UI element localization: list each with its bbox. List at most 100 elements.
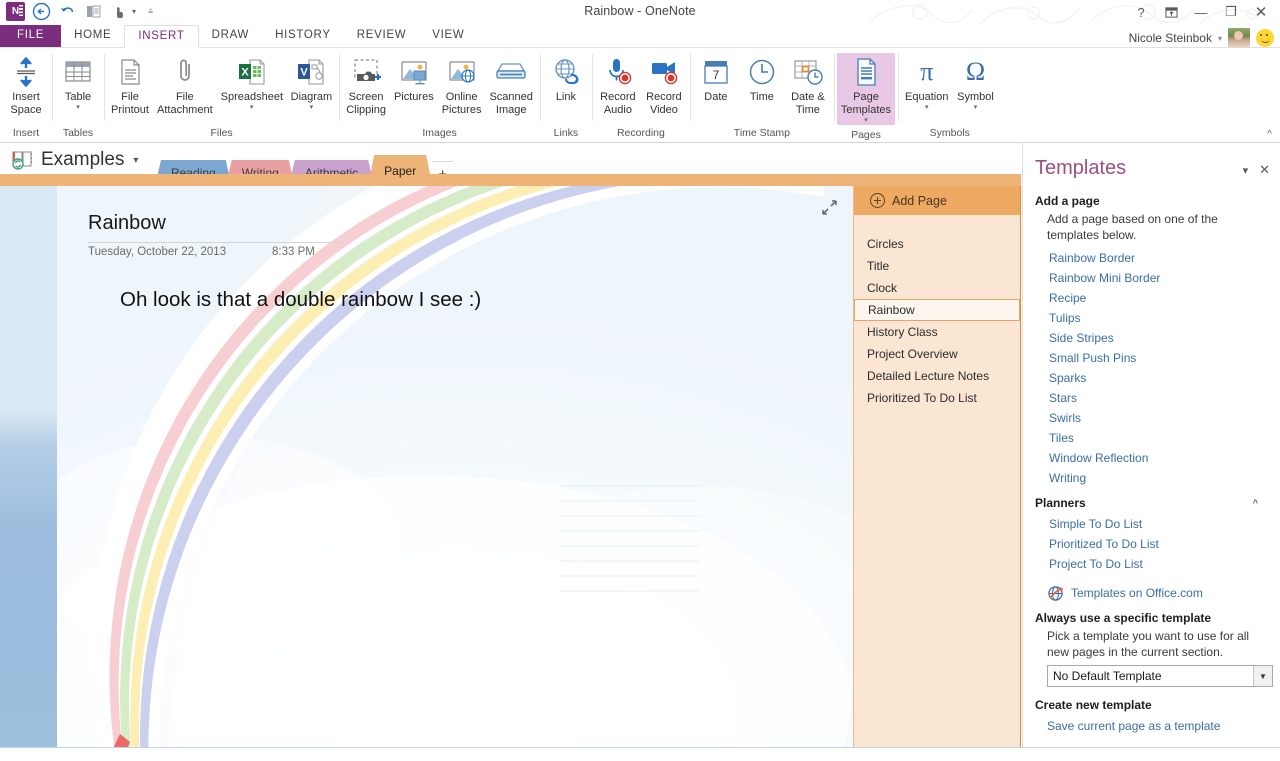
templates-on-office-row[interactable]: Templates on Office.com (1035, 583, 1270, 603)
page-date[interactable]: Tuesday, October 22, 2013 (88, 246, 226, 258)
clock-icon (746, 55, 778, 89)
ribbon-group-links: LinkLinks (540, 48, 592, 143)
restore-button[interactable]: ❐ (1216, 1, 1246, 23)
ribbon-groups: Insert SpaceInsertTable▾TablesFile Print… (0, 48, 1280, 143)
chevron-down-icon[interactable]: ▼ (1253, 666, 1272, 686)
template-link[interactable]: Rainbow Mini Border (1035, 268, 1270, 288)
template-link[interactable]: Rainbow Border (1035, 248, 1270, 268)
avatar[interactable] (1228, 28, 1250, 48)
ribbon-button-page-templates[interactable]: Page Templates▾ (837, 53, 895, 125)
add-page-button[interactable]: Add Page (854, 186, 1020, 215)
ribbon-tab-home[interactable]: HOME (61, 25, 124, 47)
ribbon-button-label: Spreadsheet (221, 91, 283, 104)
template-link[interactable]: Swirls (1035, 408, 1270, 428)
page-list-item[interactable]: Circles (854, 233, 1020, 255)
close-icon[interactable]: ✕ (1259, 162, 1270, 178)
ribbon-button-file-attachment[interactable]: File Attachment (153, 53, 217, 117)
page-time[interactable]: 8:33 PM (272, 246, 315, 258)
template-link[interactable]: Tiles (1035, 428, 1270, 448)
planner-link[interactable]: Simple To Do List (1035, 514, 1270, 534)
chevron-down-icon[interactable]: ▾ (76, 104, 80, 112)
templates-on-office-link[interactable]: Templates on Office.com (1071, 583, 1203, 603)
page-title[interactable]: Rainbow (88, 212, 166, 235)
window-controls[interactable]: ? — ❐ ✕ (1126, 1, 1276, 23)
notebook-name[interactable]: Examples (41, 149, 124, 171)
ribbon-tab-insert[interactable]: INSERT (124, 25, 198, 48)
always-use-template-description: Pick a template you want to use for all … (1035, 629, 1270, 660)
user-caret-icon[interactable]: ▾ (1218, 34, 1222, 43)
ribbon-button-record-video[interactable]: Record Video (641, 53, 687, 117)
template-link[interactable]: Writing (1035, 468, 1270, 488)
ribbon-button-date[interactable]: 7Date (693, 53, 739, 104)
chevron-down-icon[interactable]: ▾ (925, 104, 929, 112)
page-list-item[interactable]: Clock (854, 277, 1020, 299)
user-name[interactable]: Nicole Steinbok (1129, 31, 1212, 45)
template-link[interactable]: Recipe (1035, 288, 1270, 308)
help-icon[interactable]: ? (1126, 1, 1156, 23)
page-list-item[interactable]: Prioritized To Do List (854, 387, 1020, 409)
chevron-down-icon[interactable]: ▾ (864, 117, 868, 125)
ribbon-button-scanned-image[interactable]: Scanned Image (485, 53, 536, 117)
ribbon-button-link[interactable]: Link (543, 53, 589, 104)
page-list-items[interactable]: CirclesTitleClockRainbowHistory ClassPro… (854, 215, 1020, 409)
expand-page-icon[interactable] (822, 200, 837, 215)
ribbon-button-record-audio[interactable]: Record Audio (595, 53, 641, 117)
chevron-down-icon[interactable]: ▾ (1243, 164, 1249, 177)
ribbon-button-date-time[interactable]: Date & Time (785, 53, 831, 117)
ribbon-tab-strip[interactable]: FILEHOMEINSERTDRAWHISTORYREVIEWVIEW (0, 26, 1280, 48)
account-area[interactable]: Nicole Steinbok ▾ (1129, 28, 1274, 48)
ribbon-tab-history[interactable]: HISTORY (262, 25, 344, 47)
template-link[interactable]: Side Stripes (1035, 328, 1270, 348)
ribbon-button-online-pictures[interactable]: Online Pictures (438, 53, 486, 117)
chevron-down-icon[interactable]: ▾ (250, 104, 254, 112)
chevron-down-icon[interactable]: ▾ (310, 104, 314, 112)
ribbon-button-symbol[interactable]: ΩSymbol▾ (952, 53, 998, 112)
ribbon-button-table[interactable]: Table▾ (55, 53, 101, 112)
ribbon-tab-draw[interactable]: DRAW (199, 25, 263, 47)
close-button[interactable]: ✕ (1246, 1, 1276, 23)
template-link[interactable]: Tulips (1035, 308, 1270, 328)
notebook-caret-icon[interactable]: ▾ (133, 155, 138, 166)
page-list-item[interactable]: Rainbow (854, 299, 1020, 321)
ribbon-button-label: Symbol (957, 91, 994, 104)
default-template-select[interactable]: No Default Template ▼ (1047, 665, 1273, 687)
template-link[interactable]: Stars (1035, 388, 1270, 408)
page-body-text[interactable]: Oh look is that a double rainbow I see :… (120, 288, 481, 312)
section-tab-paper[interactable]: Paper (368, 155, 432, 186)
planner-link-list[interactable]: Simple To Do ListPrioritized To Do ListP… (1035, 514, 1270, 574)
page-list-item[interactable]: Detailed Lecture Notes (854, 365, 1020, 387)
ribbon-button-insert-space[interactable]: Insert Space (3, 53, 49, 117)
planner-link[interactable]: Project To Do List (1035, 554, 1270, 574)
page-list-item[interactable]: Project Overview (854, 343, 1020, 365)
minimize-button[interactable]: — (1186, 1, 1216, 23)
template-link[interactable]: Small Push Pins (1035, 348, 1270, 368)
planners-heading[interactable]: Planners ^ (1035, 496, 1270, 510)
ribbon-button-diagram[interactable]: VDiagram▾ (287, 53, 337, 112)
ribbon-group-files: File PrintoutFile AttachmentXSpreadsheet… (104, 48, 339, 143)
ribbon-button-file-printout[interactable]: File Printout (107, 53, 153, 117)
ribbon-button-time[interactable]: Time (739, 53, 785, 104)
ribbon-button-pictures[interactable]: Pictures (390, 53, 438, 104)
planner-link[interactable]: Prioritized To Do List (1035, 534, 1270, 554)
ribbon-button-screen-clipping[interactable]: Screen Clipping (342, 53, 390, 117)
notebook-title[interactable]: Examples ▾ (12, 149, 138, 171)
page-list-item[interactable]: Title (854, 255, 1020, 277)
page-list-item[interactable]: History Class (854, 321, 1020, 343)
save-page-as-template-link[interactable]: Save current page as a template (1035, 716, 1270, 736)
ribbon-tab-file[interactable]: FILE (0, 25, 61, 47)
ribbon-tab-view[interactable]: VIEW (419, 25, 477, 47)
collapse-ribbon-icon[interactable]: ^ (1267, 129, 1272, 140)
chevron-up-icon[interactable]: ^ (1253, 498, 1270, 508)
ribbon-button-spreadsheet[interactable]: XSpreadsheet▾ (217, 53, 287, 112)
ribbon-button-equation[interactable]: πEquation▾ (901, 53, 952, 112)
file-printout-icon (114, 55, 146, 89)
template-link[interactable]: Window Reflection (1035, 448, 1270, 468)
template-link[interactable]: Sparks (1035, 368, 1270, 388)
ribbon-tab-review[interactable]: REVIEW (344, 25, 420, 47)
page-canvas[interactable]: Rainbow Tuesday, October 22, 2013 8:33 P… (0, 186, 853, 747)
chevron-down-icon[interactable]: ▾ (974, 104, 978, 112)
feedback-smiley-icon[interactable] (1256, 29, 1274, 47)
ribbon-display-options-icon[interactable] (1156, 1, 1186, 23)
template-link-list[interactable]: Rainbow BorderRainbow Mini BorderRecipeT… (1035, 248, 1270, 488)
title-bar: N ▾ ⩮ Rainbow - OneNote ? — ❐ ✕ (0, 0, 1280, 26)
